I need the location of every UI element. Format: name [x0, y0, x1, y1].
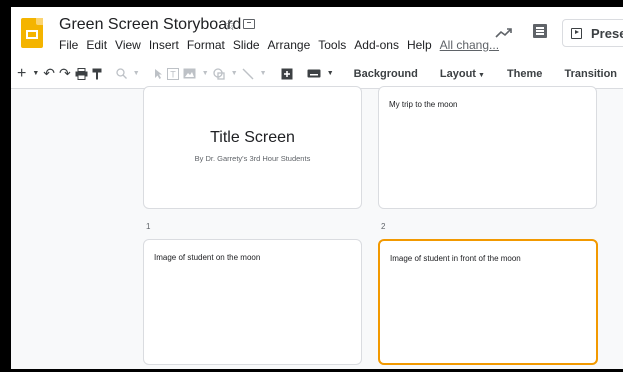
zoom-icon[interactable] [116, 64, 127, 84]
slide-thumbnail-3[interactable]: Image of student on the moon [143, 239, 362, 365]
transition-button[interactable]: Transition [564, 68, 617, 80]
menu-format[interactable]: Format [187, 38, 225, 52]
activity-trend-icon[interactable] [495, 27, 513, 39]
menu-file[interactable]: File [59, 38, 78, 52]
layout-button[interactable]: Layout ▼ [440, 68, 485, 80]
keyboard-icon[interactable] [307, 64, 321, 84]
zoom-dropdown-icon[interactable]: ▼ [133, 64, 140, 84]
menu-view[interactable]: View [115, 38, 141, 52]
new-slide-dropdown-icon[interactable]: ▼ [32, 64, 39, 84]
menu-help[interactable]: Help [407, 38, 432, 52]
comment-history-icon[interactable] [533, 24, 547, 38]
slide-thumbnail-2[interactable]: My trip to the moon [378, 86, 597, 209]
menu-tools[interactable]: Tools [318, 38, 346, 52]
image-icon[interactable] [183, 64, 196, 84]
app-header: Green Screen Storyboard ☆ File Edit View… [11, 7, 623, 57]
slide-thumbnail-1[interactable]: Title Screen By Dr. Garrety's 3rd Hour S… [143, 86, 362, 209]
last-edit-link[interactable]: All chang... [440, 38, 499, 52]
toolbar: + ▼ ↶ ↷ ▼ T ▼ ▼ ▼ ▼ Background Layout ▼ … [11, 59, 623, 89]
slide-thumbnail-4-selected[interactable]: Image of student in front of the moon [378, 239, 598, 365]
slides-window: Green Screen Storyboard ☆ File Edit View… [11, 7, 623, 369]
document-title[interactable]: Green Screen Storyboard [59, 16, 241, 34]
theme-button[interactable]: Theme [507, 68, 542, 80]
text-box-icon[interactable]: T [166, 64, 179, 84]
slide-number: 2 [381, 222, 386, 231]
keyboard-dropdown-icon[interactable]: ▼ [327, 64, 334, 84]
slide-text: Image of student in front of the moon [390, 254, 521, 263]
print-icon[interactable] [75, 64, 88, 84]
star-icon[interactable]: ☆ [223, 16, 236, 34]
present-label: Present [591, 25, 623, 41]
menu-addons[interactable]: Add-ons [354, 38, 399, 52]
slide-text: My trip to the moon [389, 100, 458, 109]
select-cursor-icon[interactable] [154, 64, 163, 84]
undo-icon[interactable]: ↶ [43, 64, 55, 84]
slide-grid-view: Title Screen By Dr. Garrety's 3rd Hour S… [11, 86, 623, 369]
insert-comment-icon[interactable] [281, 64, 293, 84]
shape-icon[interactable] [213, 64, 225, 84]
slides-logo-icon[interactable] [21, 18, 43, 48]
background-button[interactable]: Background [354, 68, 418, 80]
redo-icon[interactable]: ↷ [59, 64, 71, 84]
image-dropdown-icon[interactable]: ▼ [202, 64, 209, 84]
present-button[interactable]: Present [562, 19, 623, 47]
menu-slide[interactable]: Slide [233, 38, 260, 52]
shape-dropdown-icon[interactable]: ▼ [231, 64, 238, 84]
line-icon[interactable] [242, 64, 254, 84]
menu-arrange[interactable]: Arrange [268, 38, 311, 52]
slide-subtitle: By Dr. Garrety's 3rd Hour Students [194, 154, 311, 163]
slide-text: Image of student on the moon [154, 253, 261, 262]
new-slide-icon[interactable]: + [17, 64, 26, 84]
line-dropdown-icon[interactable]: ▼ [260, 64, 267, 84]
layout-label: Layout [439, 67, 476, 80]
paint-format-icon[interactable] [92, 64, 102, 84]
menu-insert[interactable]: Insert [149, 38, 179, 52]
folder-icon[interactable] [243, 19, 255, 29]
svg-text:T: T [170, 69, 176, 79]
present-play-icon [571, 27, 582, 39]
menu-edit[interactable]: Edit [86, 38, 107, 52]
slide-title: Title Screen [210, 129, 295, 146]
menu-bar: File Edit View Insert Format Slide Arran… [59, 38, 507, 52]
layout-dropdown-icon: ▼ [477, 71, 485, 79]
slide-number: 1 [146, 222, 151, 231]
